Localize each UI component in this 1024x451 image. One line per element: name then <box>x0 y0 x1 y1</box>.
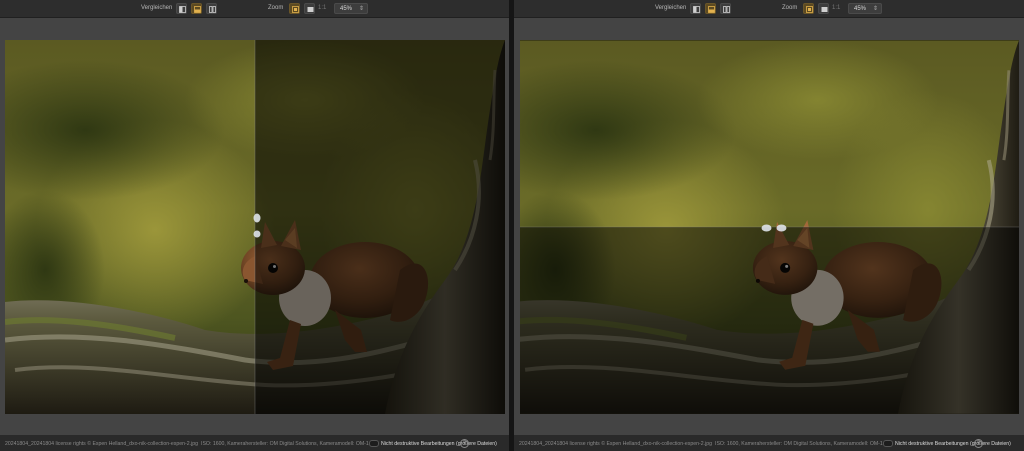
zoom-label: Zoom <box>782 5 798 11</box>
compare-overlay-right <box>255 40 505 414</box>
fit-to-window-icon[interactable] <box>803 3 814 14</box>
help-icon[interactable]: ? <box>974 439 983 448</box>
squirrel-photo <box>520 40 1019 414</box>
photo-viewport[interactable] <box>5 40 505 414</box>
compare-label: Vergleichen <box>141 5 173 11</box>
marker-handle[interactable] <box>761 224 772 232</box>
status-bar: 20241804_20241804 license rights © Espen… <box>514 435 1024 451</box>
side-by-side-icon[interactable] <box>720 3 731 14</box>
fit-to-window-icon[interactable] <box>289 3 300 14</box>
chevron-updown-icon: ⇕ <box>872 6 878 12</box>
chevron-updown-icon: ⇕ <box>358 6 364 12</box>
nondestructive-label: Nicht destruktive Bearbeitungen (größere… <box>895 441 1011 447</box>
toolbar: Vergleichen Zoom 1:1 45% ⇕ <box>0 0 509 18</box>
zoom-select[interactable]: 45% ⇕ <box>848 3 882 14</box>
nondestructive-label: Nicht destruktive Bearbeitungen (größere… <box>381 441 497 447</box>
file-name: 20241804_20241804 license rights © Espen… <box>5 441 199 447</box>
side-by-side-icon[interactable] <box>206 3 217 14</box>
one-to-one-label[interactable]: 1:1 <box>318 5 326 12</box>
file-name: 20241804_20241804 license rights © Espen… <box>519 441 713 447</box>
marker-handle[interactable] <box>253 230 261 238</box>
camera-metadata: ISO: 1600, Kamerahersteller: OM Digital … <box>201 441 369 447</box>
one-to-one-label[interactable]: 1:1 <box>832 5 840 12</box>
toolbar: Vergleichen Zoom 1:1 45% ⇕ <box>514 0 1024 18</box>
split-vertical-icon[interactable] <box>690 3 701 14</box>
camera-metadata: ISO: 1600, Kamerahersteller: OM Digital … <box>715 441 883 447</box>
help-icon[interactable]: ? <box>460 439 469 448</box>
compare-overlay-bottom <box>520 227 1019 414</box>
viewer-pane-left: Vergleichen Zoom 1:1 45% ⇕ 20241804_2024… <box>0 0 509 451</box>
compare-label: Vergleichen <box>655 5 687 11</box>
nondestructive-toggle[interactable] <box>883 440 893 447</box>
status-bar: 20241804_20241804 license rights © Espen… <box>0 435 509 451</box>
nondestructive-toggle[interactable] <box>369 440 379 447</box>
viewer-pane-right: Vergleichen Zoom 1:1 45% ⇕ 20241804_2024… <box>514 0 1024 451</box>
photo-viewport[interactable] <box>520 40 1019 414</box>
marker-handle[interactable] <box>776 224 787 232</box>
split-vertical-icon[interactable] <box>176 3 187 14</box>
zoom-select[interactable]: 45% ⇕ <box>334 3 368 14</box>
marker-handle[interactable] <box>253 213 261 223</box>
zoom-label: Zoom <box>268 5 284 11</box>
split-horizontal-icon[interactable] <box>191 3 202 14</box>
split-horizontal-icon[interactable] <box>705 3 716 14</box>
fill-window-icon[interactable] <box>304 3 315 14</box>
zoom-value: 45% <box>340 6 353 12</box>
fill-window-icon[interactable] <box>818 3 829 14</box>
squirrel-photo <box>5 40 505 414</box>
zoom-value: 45% <box>854 6 867 12</box>
